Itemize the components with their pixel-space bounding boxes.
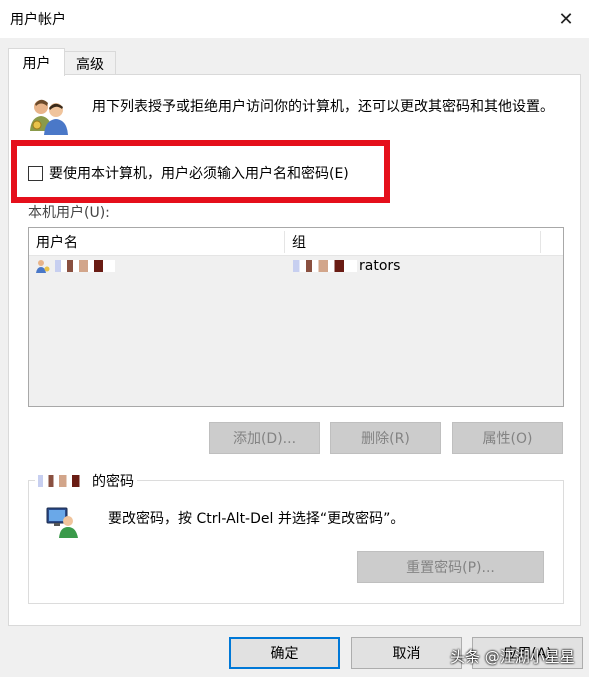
window-title: 用户帐户 xyxy=(10,12,66,28)
local-users-label: 本机用户(U): xyxy=(28,205,110,221)
users-listview[interactable]: 用户名 组 rators xyxy=(28,227,564,407)
watermark-text: 头条 @江湖小星星 xyxy=(450,648,575,666)
add-user-button[interactable]: 添加(D)... xyxy=(209,422,320,454)
close-icon[interactable]: ✕ xyxy=(543,0,589,38)
password-group xyxy=(28,480,564,604)
title-bar: 用户帐户 ✕ xyxy=(0,0,589,38)
redacted-group xyxy=(293,260,357,272)
description-text: 用下列表授予或拒绝用户访问你的计算机，还可以更改其密码和其他设置。 xyxy=(92,99,554,115)
group-text: rators xyxy=(359,258,401,274)
column-header-group[interactable]: 组 xyxy=(285,228,540,255)
password-legend-text: 的密码 xyxy=(92,474,134,490)
password-instruction: 要改密码，按 Ctrl-Alt-Del 并选择“更改密码”。 xyxy=(108,511,405,527)
listview-header: 用户名 组 xyxy=(29,228,563,256)
properties-button[interactable]: 属性(O) xyxy=(452,422,563,454)
require-login-row[interactable]: 要使用本计算机，用户必须输入用户名和密码(E) xyxy=(28,163,349,183)
group-cell: rators xyxy=(293,258,400,274)
reset-password-button[interactable]: 重置密码(P)... xyxy=(357,551,544,583)
require-login-checkbox[interactable] xyxy=(28,165,43,181)
computer-user-icon xyxy=(46,507,78,538)
tab-users[interactable]: 用户 xyxy=(8,48,65,76)
redacted-username xyxy=(55,260,115,272)
column-separator[interactable] xyxy=(540,231,541,253)
ok-button[interactable]: 确定 xyxy=(229,637,340,669)
column-header-username[interactable]: 用户名 xyxy=(29,228,284,255)
table-row[interactable]: rators xyxy=(29,256,563,278)
remove-user-button[interactable]: 删除(R) xyxy=(330,422,441,454)
password-group-legend: 的密码 xyxy=(35,471,137,491)
users-icon xyxy=(30,99,68,135)
require-login-label: 要使用本计算机，用户必须输入用户名和密码(E) xyxy=(49,166,349,182)
redacted-account-name xyxy=(38,475,90,487)
username-cell xyxy=(35,258,117,274)
user-icon xyxy=(36,260,50,273)
cancel-button[interactable]: 取消 xyxy=(351,637,462,669)
